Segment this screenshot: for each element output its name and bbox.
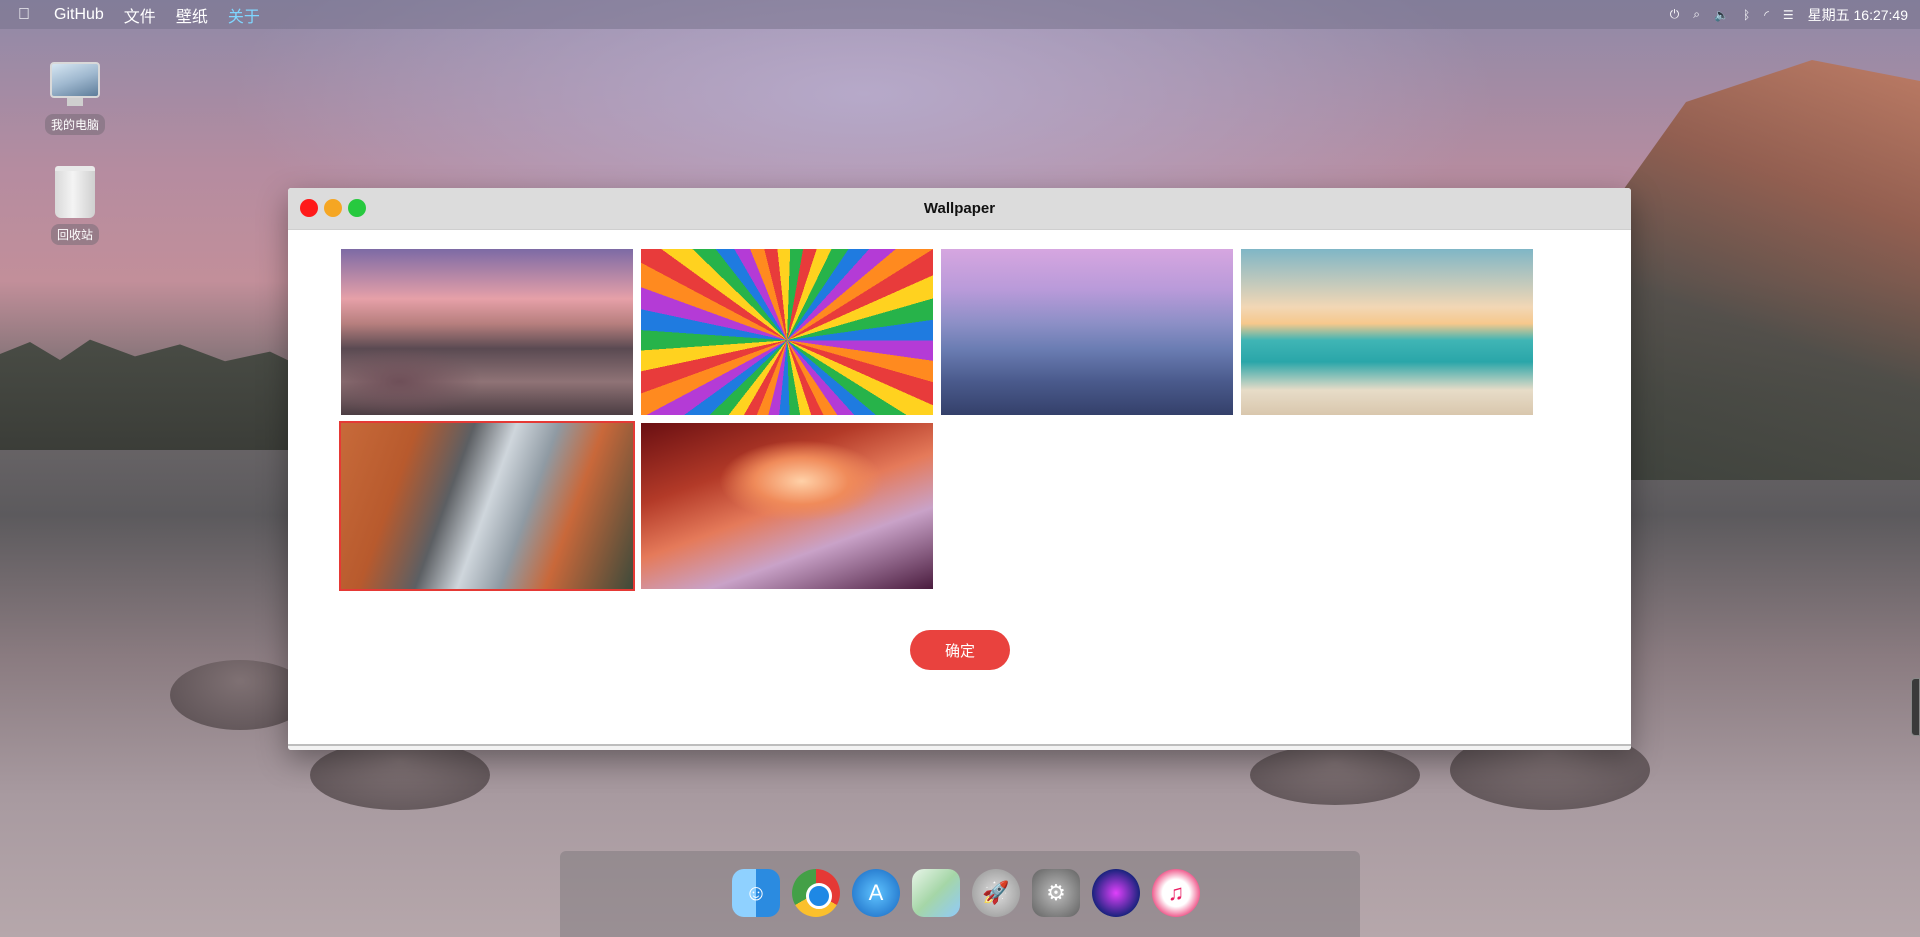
minimize-button[interactable] (324, 199, 342, 217)
wallpaper-thumb-selected[interactable] (339, 421, 635, 591)
confirm-button[interactable]: 确定 (910, 630, 1010, 670)
finder-icon[interactable]: ☺ (732, 869, 780, 917)
dock: ☺ A 🚀 ⚙ ♫ (560, 851, 1360, 937)
clock: 星期五 16:27:49 (1807, 6, 1908, 23)
window-titlebar[interactable]: Wallpaper (288, 188, 1631, 230)
desktop-icon-computer[interactable]: 我的电脑 (35, 62, 115, 135)
wallpaper-image (341, 249, 633, 415)
volume-icon[interactable]: 🔈 (1714, 8, 1729, 22)
wallpaper-image (641, 423, 933, 589)
menu-item-github[interactable]: GitHub (54, 6, 104, 24)
wallpaper-thumb[interactable] (1239, 247, 1535, 417)
siri-icon[interactable] (1092, 869, 1140, 917)
menu-item-file[interactable]: 文件 (124, 3, 156, 27)
desktop-rock (310, 740, 490, 810)
desktop-forest (0, 339, 300, 450)
itunes-icon[interactable]: ♫ (1152, 869, 1200, 917)
wallpaper-window: Wallpaper 确定 (288, 188, 1631, 750)
desktop-icon-label: 我的电脑 (44, 114, 105, 135)
chrome-icon[interactable] (792, 869, 840, 917)
desktop-icon-label: 回收站 (50, 224, 99, 245)
wifi-icon[interactable]: ◜ (1764, 8, 1769, 22)
desktop-rock (1250, 745, 1420, 805)
app-store-icon[interactable]: A (852, 869, 900, 917)
window-title: Wallpaper (923, 200, 996, 217)
close-button[interactable] (300, 199, 318, 217)
wallpaper-image (941, 249, 1233, 415)
computer-icon (50, 62, 100, 108)
wallpaper-image (341, 423, 633, 589)
wallpaper-thumb[interactable] (639, 421, 935, 591)
wallpaper-thumb[interactable] (639, 247, 935, 417)
trash-icon (55, 166, 95, 218)
maps-icon[interactable] (912, 869, 960, 917)
wallpaper-image (1241, 249, 1533, 415)
menu-item-wallpaper[interactable]: 壁纸 (176, 3, 208, 27)
list-icon[interactable]: ☰ (1783, 8, 1794, 22)
wallpaper-thumb[interactable] (339, 247, 635, 417)
menu-item-about[interactable]: 关于 (228, 3, 260, 27)
maximize-button[interactable] (348, 199, 366, 217)
desktop-icon-trash[interactable]: 回收站 (35, 166, 115, 245)
system-preferences-icon[interactable]: ⚙ (1032, 869, 1080, 917)
bluetooth-icon[interactable]: ᛒ (1743, 8, 1750, 22)
apple-icon[interactable]:  (18, 6, 38, 24)
wallpaper-image (641, 249, 933, 415)
launchpad-icon[interactable]: 🚀 (972, 869, 1020, 917)
power-icon[interactable]: ⏻ (1670, 7, 1680, 22)
window-footer (288, 744, 1631, 750)
search-icon[interactable]: ⌕ (1693, 7, 1700, 22)
status-area: ⏻ ⌕ 🔈 ᛒ ◜ ☰ 星期五 16:27:49 (1670, 5, 1908, 25)
edge-handle[interactable] (1911, 678, 1920, 736)
wallpaper-thumb[interactable] (939, 247, 1235, 417)
menu-bar:  GitHub 文件 壁纸 关于 ⏻ ⌕ 🔈 ᛒ ◜ ☰ 星期五 16:27:… (0, 0, 1920, 29)
